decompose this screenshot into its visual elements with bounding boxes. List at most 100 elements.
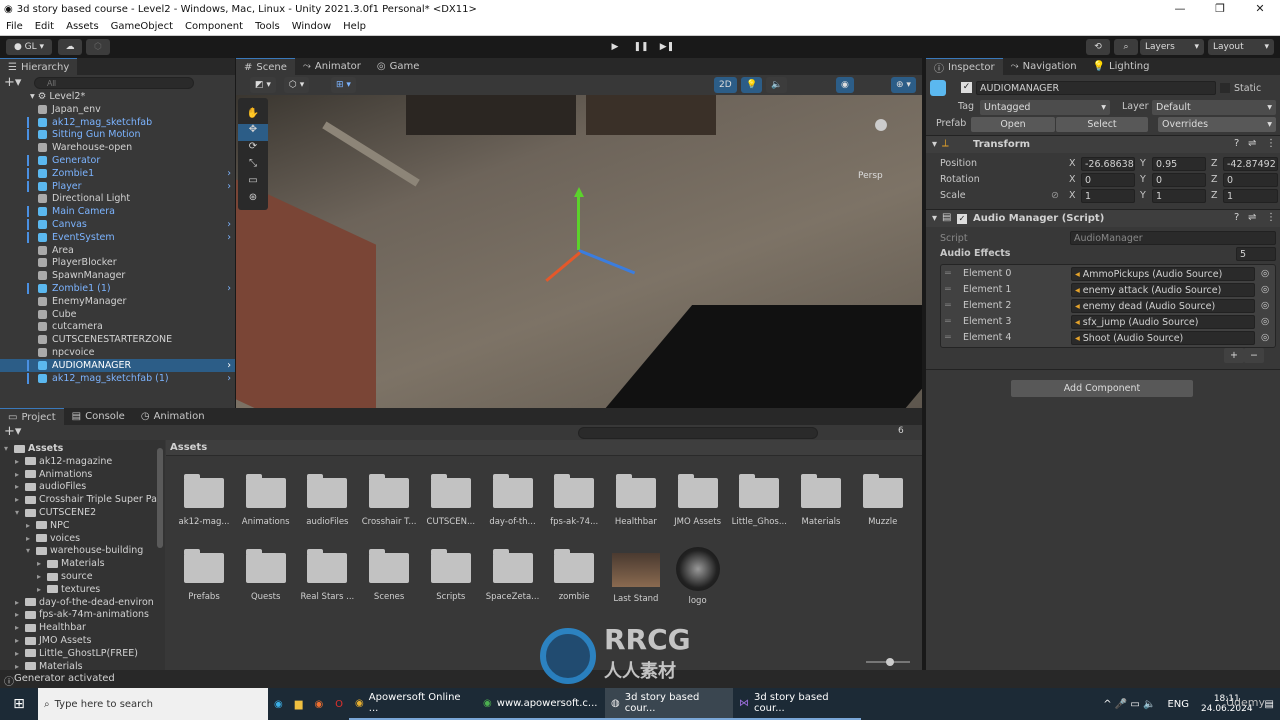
hierarchy-search-input[interactable]	[34, 77, 194, 89]
project-tree-item[interactable]: ▾ warehouse-building	[26, 544, 143, 557]
hierarchy-item[interactable]: Main Camera	[0, 205, 235, 218]
search-button[interactable]: ⌕	[1114, 39, 1138, 55]
account-dropdown[interactable]: ● GL ▾	[6, 39, 52, 55]
asset-item[interactable]: logo	[667, 547, 729, 606]
element-field[interactable]: ◂ sfx_jump (Audio Source)	[1071, 315, 1255, 329]
asset-item[interactable]: day-of-th...	[482, 474, 544, 527]
element-field[interactable]: ◂ enemy attack (Audio Source)	[1071, 283, 1255, 297]
scale-tool-icon[interactable]: ⤡	[238, 158, 268, 175]
collapsed-arrow-icon[interactable]: ▸	[15, 482, 25, 491]
maximize-button[interactable]: ❐	[1200, 0, 1240, 18]
collapsed-arrow-icon[interactable]: ▸	[26, 521, 36, 530]
hierarchy-item[interactable]: ak12_mag_sketchfab	[0, 116, 235, 129]
layout-dropdown[interactable]: Layout ▾	[1208, 39, 1274, 55]
hierarchy-item[interactable]: PlayerBlocker	[0, 256, 235, 269]
collapsed-arrow-icon[interactable]: ▸	[37, 559, 47, 568]
preset-icon[interactable]: ⇌	[1248, 212, 1256, 223]
project-tree-item[interactable]: ▸ Healthbar	[15, 621, 86, 634]
collapsed-arrow-icon[interactable]: ▸	[37, 585, 47, 594]
project-tree-item[interactable]: ▸ Materials	[37, 557, 105, 570]
menu-window[interactable]: Window	[292, 21, 331, 32]
asset-item[interactable]: Materials	[790, 474, 852, 527]
rotate-tool-icon[interactable]: ⟳	[238, 141, 268, 158]
project-tree-item[interactable]: ▸ Little_GhostLP(FREE)	[15, 647, 138, 660]
remove-element-button[interactable]: −	[1244, 348, 1264, 363]
collapsed-arrow-icon[interactable]: ▸	[37, 572, 47, 581]
hierarchy-item[interactable]: Player ›	[0, 180, 235, 193]
collapsed-arrow-icon[interactable]: ▸	[15, 623, 25, 632]
position-y-field[interactable]: 0.95	[1152, 157, 1206, 171]
hidden-packages-count[interactable]: 6	[898, 426, 904, 436]
edge-icon[interactable]: ◉	[268, 688, 289, 720]
hierarchy-item[interactable]: SpawnManager	[0, 269, 235, 282]
minimize-button[interactable]: —	[1160, 0, 1200, 18]
scale-x-field[interactable]: 1	[1081, 189, 1135, 203]
collapsed-arrow-icon[interactable]: ▸	[15, 649, 25, 658]
expand-arrow-icon[interactable]: ›	[227, 219, 231, 230]
move-tool-icon[interactable]: ✥	[238, 124, 268, 141]
tab-project[interactable]: ▭ Project	[0, 408, 64, 425]
project-tree-item[interactable]: ▸ NPC	[26, 519, 69, 532]
asset-item[interactable]: Animations	[235, 474, 297, 527]
hierarchy-item[interactable]: Zombie1 (1) ›	[0, 282, 235, 295]
tab-console[interactable]: ▤ Console	[64, 408, 133, 425]
scale-z-field[interactable]: 1	[1223, 189, 1278, 203]
hierarchy-item[interactable]: Area	[0, 244, 235, 257]
collab-button[interactable]: ⬡	[86, 39, 110, 55]
collapsed-arrow-icon[interactable]: ▸	[15, 470, 25, 479]
asset-item[interactable]: audioFiles	[296, 474, 358, 527]
element-field[interactable]: ◂ enemy dead (Audio Source)	[1071, 299, 1255, 313]
project-tree-item[interactable]: ▾ CUTSCENE2	[15, 506, 96, 519]
prefab-overrides-dropdown[interactable]: Overrides ▾	[1158, 117, 1276, 132]
project-tree-item[interactable]: ▸ fps-ak-74m-animations	[15, 608, 149, 621]
help-icon[interactable]: ?	[1234, 138, 1239, 149]
close-button[interactable]: ✕	[1240, 0, 1280, 18]
taskbar-search[interactable]: ⌕ Type here to search	[38, 688, 268, 720]
asset-item[interactable]: Crosshair T...	[358, 474, 420, 527]
object-picker-icon[interactable]: ◎	[1261, 284, 1269, 295]
position-z-field[interactable]: -42.87492	[1223, 157, 1278, 171]
icon-size-slider[interactable]	[866, 658, 910, 666]
prefab-select-button[interactable]: Select	[1056, 117, 1148, 132]
layer-dropdown[interactable]: Default ▾	[1152, 100, 1276, 115]
collapsed-arrow-icon[interactable]: ▸	[15, 495, 25, 504]
hierarchy-item[interactable]: Sitting Gun Motion	[0, 128, 235, 141]
hand-tool-icon[interactable]: ✋	[238, 108, 268, 124]
hierarchy-item[interactable]: cutcamera	[0, 320, 235, 333]
hierarchy-item[interactable]: CUTSCENESTARTERZONE	[0, 333, 235, 346]
asset-item[interactable]: Quests	[235, 549, 297, 602]
collapsed-arrow-icon[interactable]: ▸	[26, 534, 36, 543]
add-element-button[interactable]: +	[1224, 348, 1244, 363]
preset-icon[interactable]: ⇌	[1248, 138, 1256, 149]
hierarchy-item[interactable]: Cube	[0, 308, 235, 321]
transform-header[interactable]: ▾ ⟂ Transform ? ⇌ ⋮	[926, 135, 1280, 153]
collapsed-arrow-icon[interactable]: ▸	[15, 457, 25, 466]
object-picker-icon[interactable]: ◎	[1261, 268, 1269, 279]
rect-tool-icon[interactable]: ▭	[238, 175, 268, 192]
tab-hierarchy[interactable]: ☰ Hierarchy	[0, 58, 78, 75]
object-picker-icon[interactable]: ◎	[1261, 332, 1269, 343]
menu-file[interactable]: File	[6, 21, 23, 32]
rotation-z-field[interactable]: 0	[1223, 173, 1278, 187]
project-tree-item[interactable]: ▸ JMO Assets	[15, 634, 91, 647]
expand-arrow-icon[interactable]: ›	[227, 168, 231, 179]
menu-edit[interactable]: Edit	[35, 21, 54, 32]
project-tree-item[interactable]: ▸ Animations	[15, 468, 92, 481]
object-picker-icon[interactable]: ◎	[1261, 300, 1269, 311]
expand-arrow-icon[interactable]: ›	[227, 373, 231, 384]
drag-handle-icon[interactable]: ═	[945, 332, 951, 343]
history-button[interactable]: ⟲	[1086, 39, 1110, 55]
add-component-button[interactable]: Add Component	[1011, 380, 1193, 397]
draw-mode-dropdown[interactable]: ◩ ▾	[250, 77, 276, 93]
file-explorer-icon[interactable]: ▆	[289, 688, 309, 720]
expand-arrow-icon[interactable]: ›	[227, 360, 231, 371]
project-tree-item[interactable]: ▸ textures	[37, 583, 100, 596]
tab-animator[interactable]: ⤳ Animator	[295, 58, 369, 75]
drag-handle-icon[interactable]: ═	[945, 268, 951, 279]
grid-dropdown[interactable]: ⊞ ▾	[331, 77, 356, 93]
hierarchy-item[interactable]: Directional Light	[0, 192, 235, 205]
asset-item[interactable]: ak12-mag...	[173, 474, 235, 527]
audio-toggle[interactable]: 🔈	[766, 77, 788, 93]
tab-animation[interactable]: ◷ Animation	[133, 408, 213, 425]
expand-arrow-icon[interactable]: ›	[227, 181, 231, 192]
